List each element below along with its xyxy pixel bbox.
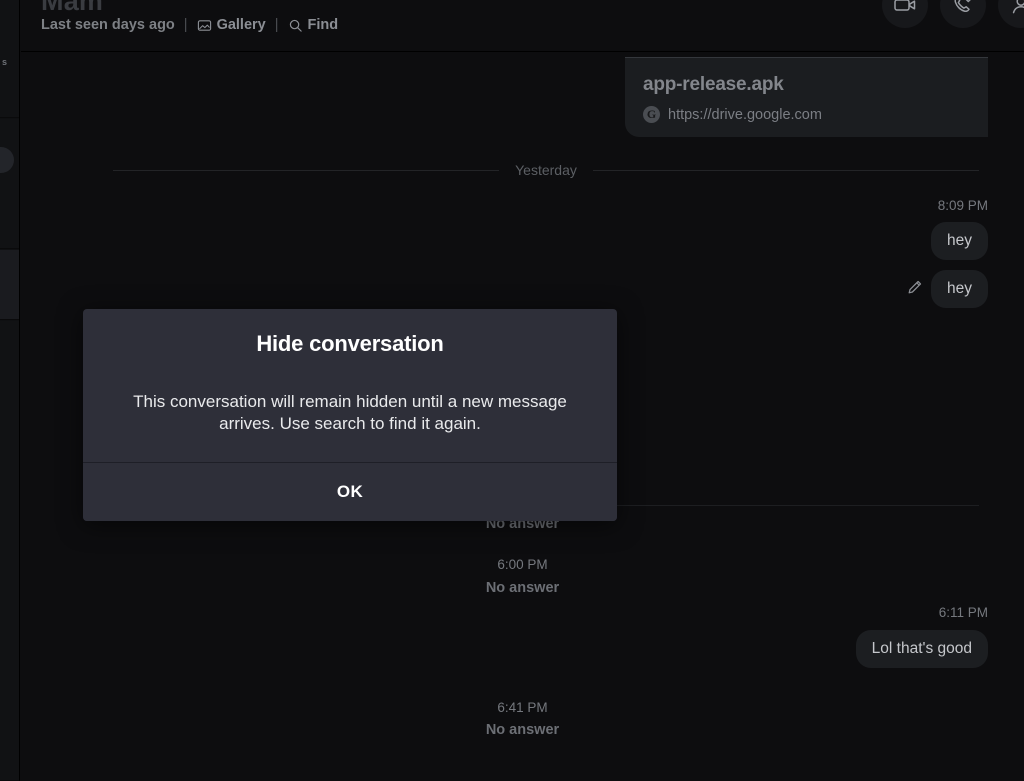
message-bubble-outgoing[interactable]: hey <box>931 222 988 260</box>
dialog-message: This conversation will remain hidden unt… <box>133 392 567 434</box>
sidebar-item-label-fragment: s <box>2 57 7 67</box>
subheader-separator-2: | <box>274 17 279 33</box>
find-button[interactable]: Find <box>288 17 339 33</box>
message-bubble-outgoing[interactable]: Lol that's good <box>855 630 988 668</box>
message-timestamp: 8:09 PM <box>937 198 988 213</box>
person-icon <box>1012 0 1024 14</box>
ok-button[interactable]: OK <box>83 462 617 521</box>
hide-conversation-dialog: Hide conversation This conversation will… <box>83 309 617 521</box>
dialog-title: Hide conversation <box>256 331 444 356</box>
divider-line-right <box>592 169 979 171</box>
message-bubble-outgoing[interactable]: hey <box>931 270 988 308</box>
pencil-icon[interactable] <box>906 278 924 301</box>
phone-check-icon <box>954 0 971 13</box>
link-preview-url: https://drive.google.com <box>668 106 822 123</box>
dialog-body: Hide conversation This conversation will… <box>83 309 617 462</box>
voice-call-button[interactable] <box>940 0 986 28</box>
page-title: Mam <box>41 0 104 16</box>
search-icon <box>289 19 302 32</box>
chat-subheader: Last seen days ago | Gallery | Find <box>41 17 338 33</box>
divider-line-left <box>113 169 500 171</box>
video-camera-icon <box>894 0 916 11</box>
sidebar-item-conversation-2[interactable] <box>0 119 19 249</box>
header-actions <box>882 0 1024 28</box>
sidebar-item-conversation-4[interactable] <box>0 321 19 781</box>
contact-info-button[interactable] <box>998 0 1024 28</box>
call-log-entry: No answer <box>485 580 560 596</box>
google-drive-icon: G <box>643 106 660 123</box>
link-preview-card[interactable]: app-release.apk G https://drive.google.c… <box>625 57 988 137</box>
video-call-button[interactable] <box>882 0 928 28</box>
find-label: Find <box>307 17 339 33</box>
chat-header: Mam Last seen days ago | Gallery | Find <box>21 0 1024 52</box>
gallery-button[interactable]: Gallery <box>197 17 266 33</box>
link-preview-url-row: G https://drive.google.com <box>643 106 970 123</box>
subheader-separator-1: | <box>183 17 188 33</box>
date-divider: Yesterday <box>113 162 979 178</box>
avatar <box>0 147 14 173</box>
call-log-entry: No answer <box>485 722 560 738</box>
sidebar-item-conversation-3[interactable] <box>0 250 19 320</box>
last-seen-status: Last seen days ago <box>41 17 175 33</box>
gallery-label: Gallery <box>216 17 266 33</box>
conversation-sidebar[interactable]: s <box>0 0 20 781</box>
image-icon <box>197 19 211 31</box>
message-timestamp: 6:41 PM <box>497 700 548 715</box>
app-window: s Mam Last seen days ago | Gallery | Fin… <box>0 0 1024 781</box>
message-timestamp: 6:11 PM <box>938 605 988 620</box>
message-timestamp: 6:00 PM <box>497 557 548 572</box>
link-preview-title: app-release.apk <box>643 74 784 95</box>
date-divider-label: Yesterday <box>515 162 577 178</box>
sidebar-item-conversation-1[interactable]: s <box>0 0 19 118</box>
